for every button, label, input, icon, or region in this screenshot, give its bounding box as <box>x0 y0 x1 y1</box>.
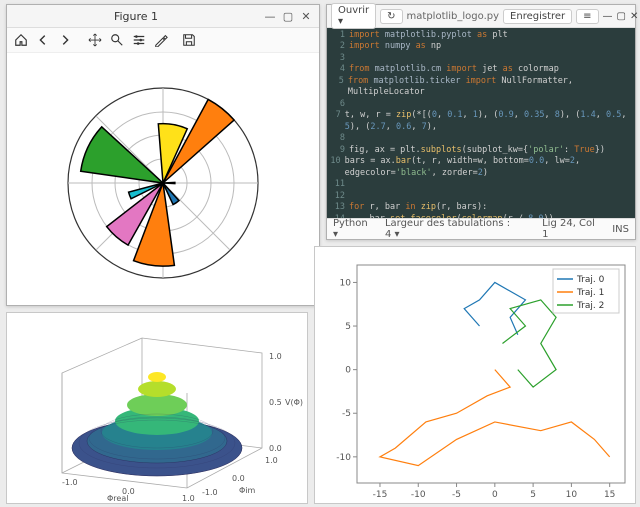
open-button[interactable]: Ouvrir ▾ <box>331 3 376 29</box>
zoom-icon[interactable] <box>107 30 127 50</box>
svg-text:10: 10 <box>566 490 578 500</box>
status-lang[interactable]: Python ▾ <box>333 218 373 240</box>
editor-maximize-icon[interactable]: ▢ <box>617 11 626 22</box>
svg-text:-10: -10 <box>336 453 351 463</box>
xlabel: Φreal <box>107 494 128 503</box>
svg-text:15: 15 <box>604 490 615 500</box>
polar-rose-plot <box>7 53 319 305</box>
svg-text:-10: -10 <box>411 490 426 500</box>
editor-close-icon[interactable]: ✕ <box>630 11 638 22</box>
status-cursor: Lig 24, Col 1 <box>542 218 600 240</box>
svg-text:-1.0: -1.0 <box>62 478 78 487</box>
status-mode: INS <box>612 224 629 235</box>
svg-text:Traj. 1: Traj. 1 <box>576 288 604 298</box>
status-tabs[interactable]: Largeur des tabulations : 4 ▾ <box>385 218 518 240</box>
svg-text:0.0: 0.0 <box>232 474 245 483</box>
figure-titlebar[interactable]: Figure 1 — ▢ ✕ <box>7 5 319 28</box>
svg-text:0.0: 0.0 <box>269 444 282 453</box>
svg-text:5: 5 <box>345 322 351 332</box>
svg-text:-1.0: -1.0 <box>202 488 218 497</box>
svg-text:Traj. 2: Traj. 2 <box>576 301 604 311</box>
save-icon[interactable] <box>179 30 199 50</box>
trajectories-plot: -15 -10 -5 0 5 10 15 -10 -5 0 5 10 Traj. 0 Traj. 1 Tr… <box>314 246 636 504</box>
svg-text:5: 5 <box>530 490 536 500</box>
zlabel: V(Φ) <box>285 398 303 407</box>
surface3d-plot: -1.00.01.0 -1.00.01.0 0.00.51.0 Φreal Φi… <box>6 312 308 504</box>
configure-icon[interactable] <box>129 30 149 50</box>
svg-text:-5: -5 <box>342 409 351 419</box>
save-button[interactable]: Enregistrer <box>503 9 572 24</box>
svg-text:0: 0 <box>345 366 351 376</box>
svg-text:10: 10 <box>340 278 352 288</box>
figure-window: Figure 1 — ▢ ✕ <box>6 4 320 306</box>
edit-icon[interactable] <box>151 30 171 50</box>
hamburger-icon[interactable]: ≡ <box>576 9 598 24</box>
recent-icon[interactable]: ↻ <box>380 9 402 24</box>
figure-title: Figure 1 <box>13 10 259 23</box>
home-icon[interactable] <box>11 30 31 50</box>
close-icon[interactable]: ✕ <box>299 9 313 23</box>
svg-text:1.0: 1.0 <box>269 352 282 361</box>
back-icon[interactable] <box>33 30 53 50</box>
svg-text:1.0: 1.0 <box>182 494 195 503</box>
svg-text:-5: -5 <box>452 490 461 500</box>
editor-statusbar: Python ▾ Largeur des tabulations : 4 ▾ L… <box>327 218 635 239</box>
editor-titlebar[interactable]: Ouvrir ▾ ↻ matplotlib_logo.py Enregistre… <box>327 5 635 28</box>
svg-text:0.5: 0.5 <box>269 398 282 407</box>
editor-window: Ouvrir ▾ ↻ matplotlib_logo.py Enregistre… <box>326 4 636 240</box>
svg-text:-15: -15 <box>373 490 388 500</box>
editor-minimize-icon[interactable]: — <box>603 11 613 22</box>
minimize-icon[interactable]: — <box>263 9 277 23</box>
filename-label: matplotlib_logo.py <box>407 11 500 22</box>
svg-text:1.0: 1.0 <box>265 456 278 465</box>
svg-text:Traj. 0: Traj. 0 <box>576 275 605 285</box>
ylabel: Φim <box>239 486 256 495</box>
svg-text:0: 0 <box>492 490 498 500</box>
pan-icon[interactable] <box>85 30 105 50</box>
figure-toolbar <box>7 28 319 53</box>
forward-icon[interactable] <box>55 30 75 50</box>
maximize-icon[interactable]: ▢ <box>281 9 295 23</box>
code-editor[interactable]: 1import matplotlib.pyplot as plt2import … <box>327 28 635 218</box>
